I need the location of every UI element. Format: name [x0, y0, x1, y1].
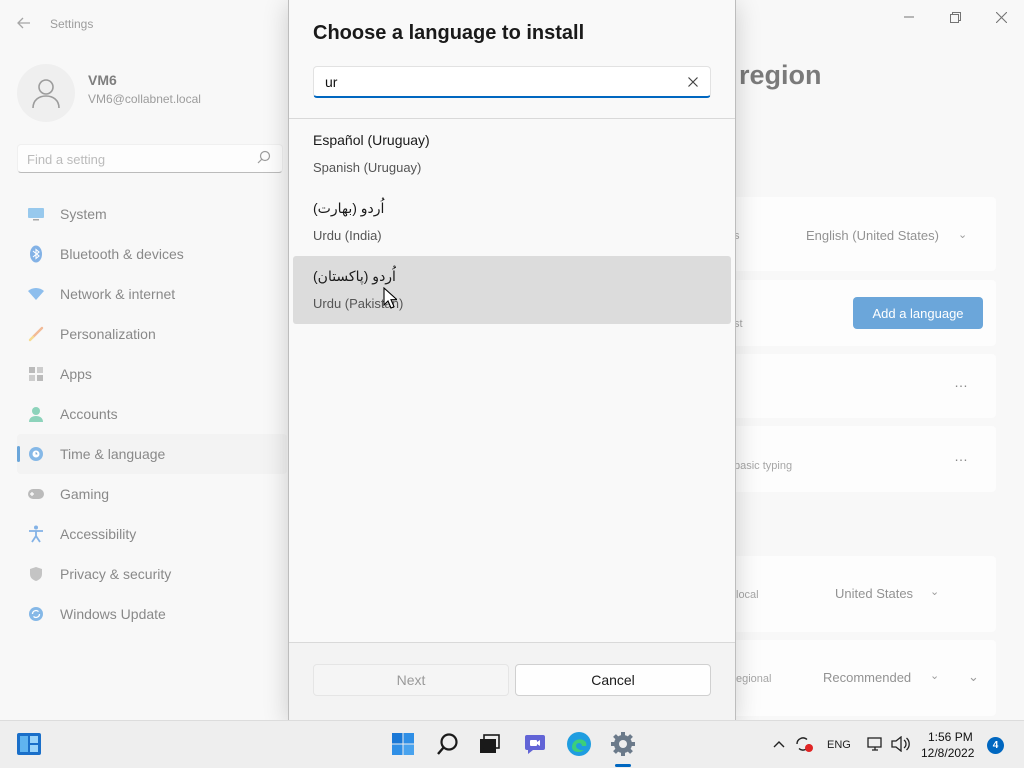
- clock-date[interactable]: 12/8/2022: [921, 746, 974, 760]
- show-hidden-icons-icon[interactable]: [768, 729, 790, 759]
- language-search-box[interactable]: [313, 66, 711, 98]
- language-option[interactable]: اُردو (بھارت) Urdu (India): [293, 188, 731, 256]
- language-search-input[interactable]: [325, 73, 665, 91]
- cancel-button[interactable]: Cancel: [515, 664, 711, 696]
- taskbar: ENG 1:56 PM 12/8/2022 4: [0, 720, 1024, 768]
- notification-badge[interactable]: 4: [987, 737, 1004, 754]
- language-option-hovered[interactable]: اُردو (پاکستان) Urdu (Pakistan): [293, 256, 731, 324]
- settings-app-icon[interactable]: [608, 729, 638, 759]
- language-native-name: Español (Uruguay): [313, 132, 430, 148]
- input-language-indicator[interactable]: ENG: [827, 739, 851, 751]
- task-view-icon[interactable]: [474, 729, 504, 759]
- divider: [289, 118, 735, 119]
- next-button[interactable]: Next: [313, 664, 509, 696]
- dialog-footer: Next Cancel: [289, 642, 735, 720]
- network-icon[interactable]: [864, 729, 886, 759]
- volume-icon[interactable]: [888, 729, 912, 759]
- language-english-name: Urdu (India): [313, 228, 382, 243]
- language-native-name: اُردو (پاکستان): [313, 268, 396, 284]
- language-list: Español (Uruguay) Spanish (Uruguay) اُرد…: [293, 120, 731, 324]
- edge-icon[interactable]: [564, 729, 594, 759]
- active-app-indicator: [615, 764, 631, 767]
- language-native-name: اُردو (بھارت): [313, 200, 385, 216]
- widgets-icon[interactable]: [14, 729, 44, 759]
- language-option[interactable]: Español (Uruguay) Spanish (Uruguay): [293, 120, 731, 188]
- dialog-title: Choose a language to install: [313, 22, 585, 44]
- language-english-name: Spanish (Uruguay): [313, 160, 422, 175]
- clear-icon[interactable]: [684, 73, 702, 91]
- choose-language-dialog: Choose a language to install Español (Ur…: [288, 0, 736, 720]
- search-icon[interactable]: [433, 729, 463, 759]
- teams-chat-icon[interactable]: [520, 729, 550, 759]
- clock-time[interactable]: 1:56 PM: [928, 730, 973, 744]
- language-english-name: Urdu (Pakistan): [313, 296, 404, 311]
- sync-alert-icon[interactable]: [792, 729, 816, 759]
- start-icon[interactable]: [388, 729, 418, 759]
